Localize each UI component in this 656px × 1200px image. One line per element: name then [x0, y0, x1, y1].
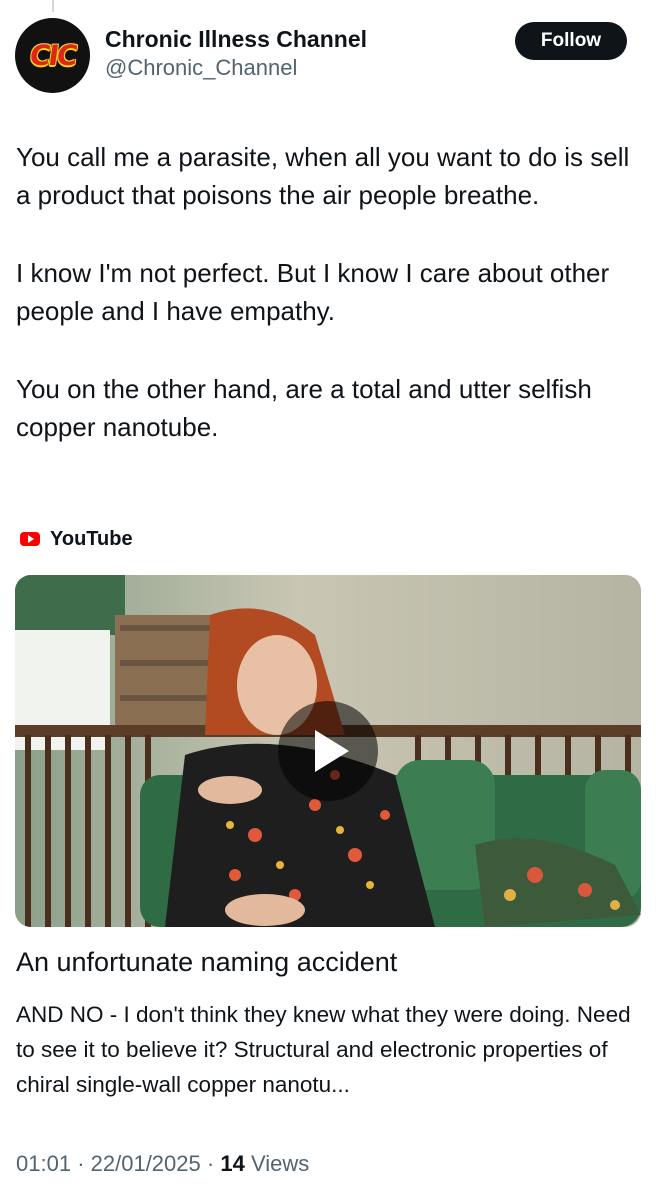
- play-icon[interactable]: [278, 701, 378, 801]
- author-display-name[interactable]: Chronic Illness Channel: [105, 24, 367, 54]
- tweet-time[interactable]: 01:01: [16, 1151, 71, 1176]
- tweet-header: CIC Chronic Illness Channel @Chronic_Cha…: [15, 18, 641, 94]
- tweet-paragraph: I know I'm not perfect. But I know I car…: [16, 258, 610, 326]
- avatar[interactable]: CIC: [15, 18, 90, 93]
- tweet-paragraph: You on the other hand, are a total and u…: [16, 374, 592, 442]
- follow-button[interactable]: Follow: [515, 22, 627, 60]
- avatar-logo: CIC: [27, 39, 78, 72]
- card-source-label: YouTube: [50, 527, 133, 550]
- meta-separator: ·: [206, 1151, 215, 1176]
- tweet-paragraph: You call me a parasite, when all you wan…: [16, 142, 630, 210]
- views-count: 14: [220, 1151, 245, 1176]
- tweet-text: You call me a parasite, when all you wan…: [16, 138, 646, 446]
- card-description[interactable]: AND NO - I don't think they knew what th…: [16, 997, 646, 1102]
- tweet-date[interactable]: 22/01/2025: [91, 1151, 201, 1176]
- card-source[interactable]: YouTube: [20, 525, 133, 553]
- thread-connector-line: [52, 0, 54, 12]
- card-title[interactable]: An unfortunate naming accident: [16, 944, 397, 980]
- video-thumbnail[interactable]: [15, 575, 641, 927]
- views-label: Views: [250, 1151, 310, 1176]
- youtube-icon: [20, 532, 40, 546]
- meta-separator: ·: [77, 1151, 85, 1176]
- author-info: Chronic Illness Channel @Chronic_Channel: [105, 24, 367, 82]
- tweet-meta: 01:01 · 22/01/2025 · 14 Views: [16, 1151, 309, 1177]
- author-handle[interactable]: @Chronic_Channel: [105, 54, 367, 82]
